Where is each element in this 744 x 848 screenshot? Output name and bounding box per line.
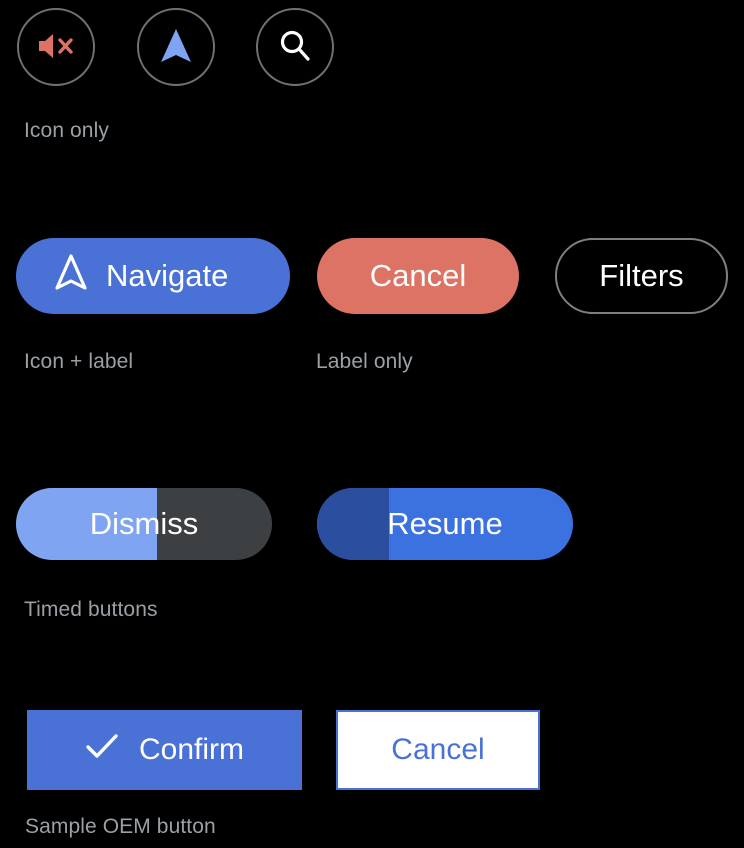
- caption-icon-only: Icon only: [24, 119, 109, 142]
- caption-icon-plus-label: Icon + label: [24, 350, 134, 373]
- caption-sample-oem-button: Sample OEM button: [25, 815, 216, 838]
- cancel-label: Cancel: [369, 258, 467, 293]
- volume-off-icon: [36, 30, 76, 65]
- navigate-button[interactable]: [137, 8, 215, 86]
- cancel-pill-button[interactable]: Cancel: [317, 238, 519, 314]
- mute-button[interactable]: [17, 8, 95, 86]
- search-icon: [277, 28, 313, 67]
- navigate-labeled-button[interactable]: Navigate: [16, 238, 290, 314]
- search-button[interactable]: [256, 8, 334, 86]
- resume-label: Resume: [387, 506, 503, 541]
- navigate-label: Navigate: [106, 258, 229, 293]
- filters-label: Filters: [599, 258, 684, 293]
- caption-label-only: Label only: [316, 350, 413, 373]
- filters-button[interactable]: Filters: [555, 238, 728, 314]
- cancel-oem-button[interactable]: Cancel: [336, 710, 540, 790]
- caption-timed-buttons: Timed buttons: [24, 598, 158, 621]
- navigation-arrow-outline-icon: [54, 252, 88, 300]
- check-icon: [85, 732, 119, 768]
- dismiss-label: Dismiss: [89, 506, 199, 541]
- navigation-arrow-icon: [159, 27, 193, 68]
- dismiss-timed-button[interactable]: Dismiss: [16, 488, 272, 560]
- confirm-label: Confirm: [138, 733, 244, 766]
- cancel-oem-label: Cancel: [391, 733, 485, 766]
- resume-timed-button[interactable]: Resume: [317, 488, 573, 560]
- confirm-oem-button[interactable]: Confirm: [27, 710, 302, 790]
